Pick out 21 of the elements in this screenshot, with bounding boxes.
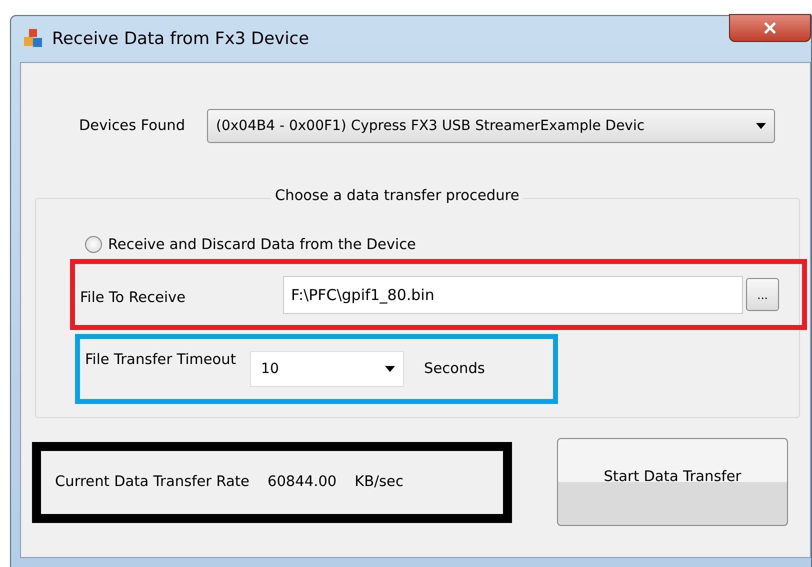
browse-button[interactable]: ... [746,278,779,311]
file-path-field[interactable]: F:\PFC\gpif1_80.bin [283,276,743,314]
window-title: Receive Data from Fx3 Device [52,29,310,49]
radio-label: Receive and Discard Data from the Device [108,236,416,252]
dropdown-arrow-icon [756,123,766,129]
radio-button[interactable] [85,236,102,253]
rate-value: 60844.00 [267,474,337,490]
close-icon [763,22,777,34]
dropdown-arrow-icon [385,366,396,372]
file-label: File To Receive [80,288,187,306]
devices-label: Devices Found [79,118,186,134]
rate-label: Current Data Transfer Rate [55,474,250,490]
unit-label: Seconds [424,361,485,377]
start-transfer-button[interactable]: Start Data Transfer [557,438,788,526]
cubes-icon [22,28,44,50]
timeout-dropdown[interactable]: 10 [250,351,404,387]
close-button[interactable] [729,14,811,42]
unit-label: KB/sec [354,474,404,490]
timeout-label: File Transfer Timeout [85,351,236,368]
devices-dropdown[interactable]: (0x04B4 - 0x00F1) Cypress FX3 USB StreamerExample Devic [207,109,776,143]
group-title: Choose a data transfer procedure [271,188,524,204]
